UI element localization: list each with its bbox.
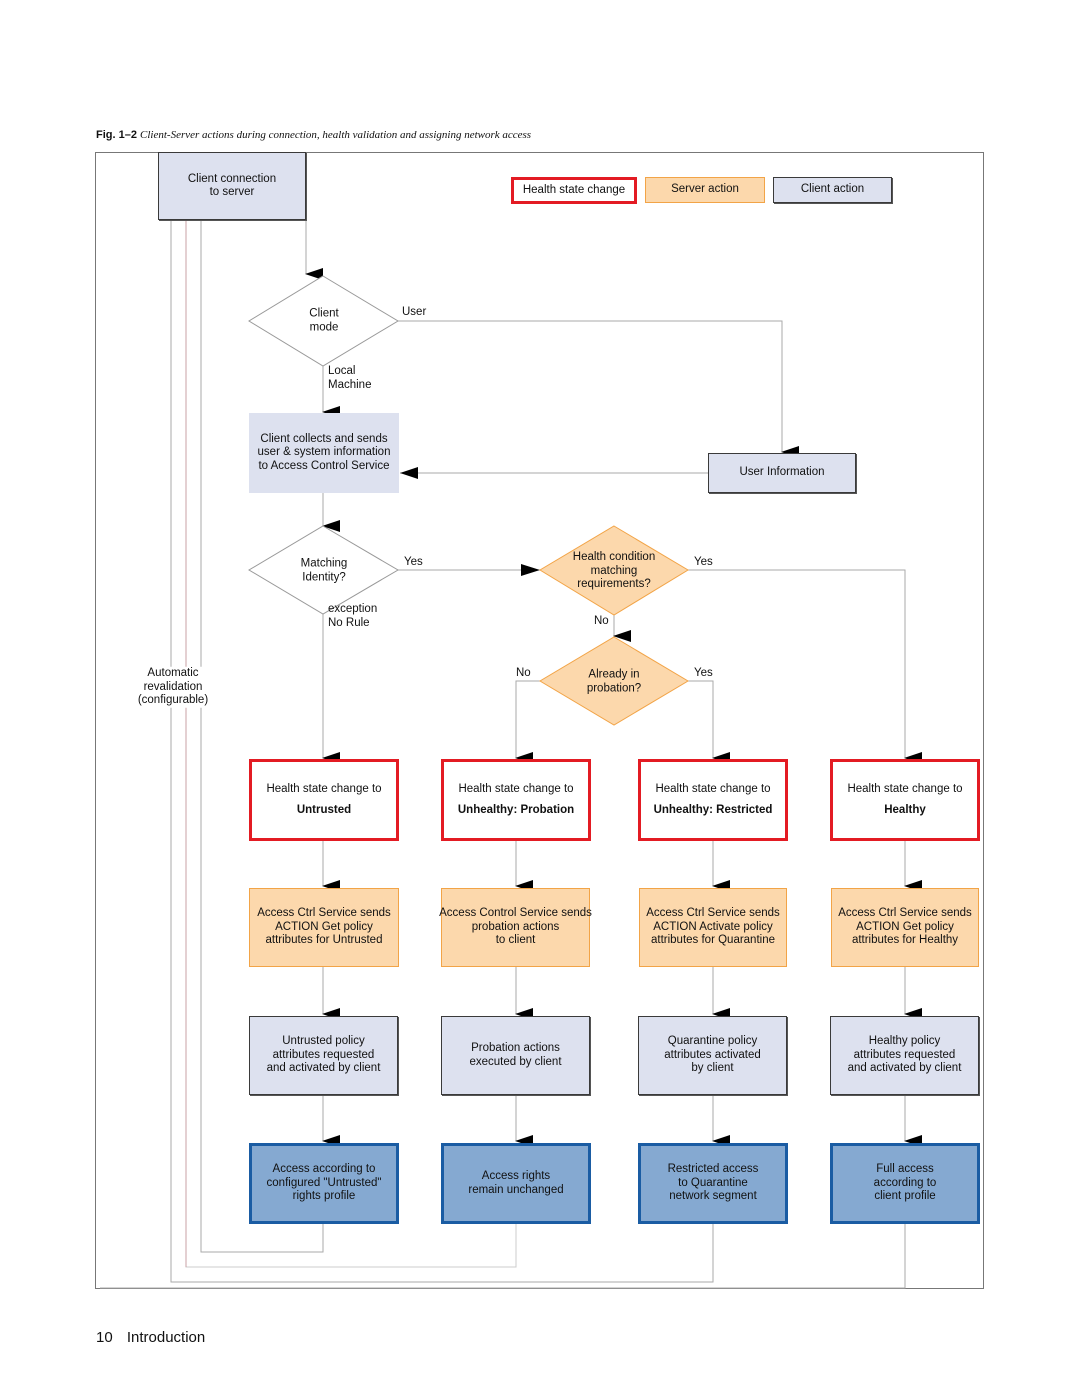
- client-action-text: Untrusted policy attributes requested an…: [266, 1035, 381, 1075]
- node-already-probation: Already in probation?: [586, 668, 642, 695]
- edge-label-probation-yes: Yes: [694, 667, 713, 679]
- edge-mode-user: [398, 320, 799, 458]
- server-action-text: Access Ctrl Service sends ACTION Activat…: [646, 907, 780, 947]
- health-state-name: Unhealthy: Restricted: [653, 803, 773, 816]
- section-title: Introduction: [126, 1329, 206, 1346]
- access-result-text: Access according to configured "Untruste…: [266, 1163, 382, 1203]
- access-result-healthy: Full access according to client profile: [830, 1143, 980, 1224]
- legend-health-label: Health state change: [522, 183, 626, 196]
- edge-label-health-yes: Yes: [694, 556, 713, 568]
- health-state-name: Untrusted: [296, 803, 352, 816]
- client-action-untrusted: Untrusted policy attributes requested an…: [249, 1016, 398, 1095]
- edge-label-local-machine: Local Machine: [328, 365, 372, 391]
- legend-client-action: Client action: [773, 177, 892, 203]
- node-client-mode: Client mode: [309, 307, 339, 334]
- arrowhead-identity-yes: [521, 564, 540, 576]
- feedback-restricted: [170, 220, 714, 1283]
- client-action-healthy: Healthy policy attributes requested and …: [830, 1016, 979, 1095]
- label-automatic-revalidation: Automatic revalidation (configurable): [137, 666, 209, 708]
- legend-server-action: Server action: [645, 177, 765, 203]
- client-action-restricted: Quarantine policy attributes activated b…: [638, 1016, 787, 1095]
- health-prefix: Health state change to: [266, 783, 382, 795]
- health-state-untrusted: Health state change to Untrusted: [249, 759, 399, 841]
- legend-health-state-change: Health state change: [511, 177, 637, 204]
- edge-label-exception-no-rule: exception No Rule: [328, 603, 378, 629]
- health-prefix: Health state change to: [458, 783, 574, 795]
- feedback-healthy: [100, 1224, 906, 1289]
- arrowhead-userinfo-to-collects: [400, 467, 418, 479]
- server-action-text: Access Ctrl Service sends ACTION Get pol…: [838, 907, 972, 947]
- server-action-untrusted: Access Ctrl Service sends ACTION Get pol…: [249, 888, 399, 967]
- edge-label-probation-no: No: [516, 667, 531, 679]
- edge-probation-no: [515, 680, 540, 764]
- server-action-text: Access Ctrl Service sends ACTION Get pol…: [257, 907, 391, 947]
- client-action-text: Probation actions executed by client: [469, 1042, 562, 1068]
- access-result-text: Full access according to client profile: [873, 1163, 937, 1203]
- legend-client-label: Client action: [800, 183, 865, 196]
- node-user-information-text: User Information: [739, 466, 825, 479]
- health-state-probation: Health state change to Unhealthy: Probat…: [441, 759, 591, 841]
- health-state-healthy: Health state change to Healthy: [830, 759, 980, 841]
- legend-server-label: Server action: [671, 183, 739, 196]
- edge-health-yes: [688, 569, 922, 764]
- access-result-restricted: Restricted access to Quarantine network …: [638, 1143, 788, 1224]
- page-number: 10: [96, 1329, 113, 1346]
- health-state-restricted: Health state change to Unhealthy: Restri…: [638, 759, 788, 841]
- node-health-condition: Health condition matching requirements?: [572, 550, 656, 590]
- server-action-healthy: Access Ctrl Service sends ACTION Get pol…: [831, 888, 979, 967]
- access-result-untrusted: Access according to configured "Untruste…: [249, 1143, 399, 1224]
- node-client-connection: Client connection to server: [158, 152, 306, 220]
- server-action-probation: Access Control Service sends probation a…: [439, 888, 592, 967]
- edge-label-identity-yes: Yes: [404, 556, 423, 568]
- health-prefix: Health state change to: [655, 783, 771, 795]
- feedback-untrusted: [200, 220, 324, 1253]
- node-client-connection-text: Client connection to server: [187, 172, 277, 199]
- edge-label-health-no: No: [594, 615, 609, 627]
- access-result-probation: Access rights remain unchanged: [441, 1143, 591, 1224]
- health-state-name: Healthy: [884, 803, 926, 816]
- health-prefix: Health state change to: [847, 783, 963, 795]
- client-action-text: Healthy policy attributes requested and …: [847, 1035, 962, 1075]
- server-action-restricted: Access Ctrl Service sends ACTION Activat…: [639, 888, 787, 967]
- page-footer: 10 Introduction: [96, 1329, 205, 1346]
- health-state-name: Unhealthy: Probation: [457, 803, 575, 816]
- client-action-text: Quarantine policy attributes activated b…: [664, 1035, 761, 1075]
- edge-label-user: User: [402, 306, 427, 318]
- client-action-probation: Probation actions executed by client: [441, 1016, 590, 1095]
- server-action-text: Access Control Service sends probation a…: [439, 907, 592, 947]
- node-matching-identity: Matching Identity?: [300, 557, 348, 584]
- node-client-collects: Client collects and sends user & system …: [249, 413, 399, 493]
- node-client-collects-text: Client collects and sends user & system …: [257, 432, 391, 472]
- node-user-information: User Information: [708, 453, 856, 493]
- access-result-text: Access rights remain unchanged: [468, 1170, 564, 1196]
- access-result-text: Restricted access to Quarantine network …: [667, 1163, 759, 1203]
- edge-probation-yes: [688, 680, 730, 764]
